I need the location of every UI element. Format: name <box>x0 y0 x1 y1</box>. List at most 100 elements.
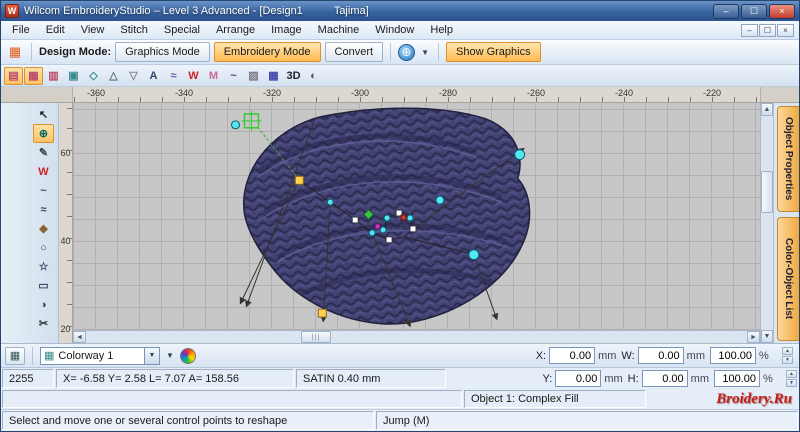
spin-down-icon[interactable]: ▼ <box>786 379 797 387</box>
circle-tool[interactable]: ○ <box>33 238 54 257</box>
fill-tool[interactable]: ◆ <box>33 219 54 238</box>
monogram-icon[interactable]: M <box>204 67 223 85</box>
menu-item[interactable]: View <box>73 22 113 38</box>
scroll-up-icon[interactable]: ▲ <box>761 103 773 116</box>
hoop-globe-icon[interactable]: ⊕ <box>398 43 416 61</box>
ruler-label: -300 <box>350 88 369 98</box>
envelope-icon[interactable]: ≈ <box>164 67 183 85</box>
digitize-pen-tool[interactable]: ✎ <box>33 143 54 162</box>
application-window: W Wilcom EmbroideryStudio – Level 3 Adva… <box>0 0 800 432</box>
scale-y-spinner: ▲ ▼ <box>786 370 797 387</box>
vertical-scroll-thumb[interactable] <box>761 171 773 213</box>
scale-x-unit: % <box>759 349 769 362</box>
mdi-minimize-button[interactable]: – <box>741 23 758 37</box>
polygon-icon[interactable]: ◇ <box>84 67 103 85</box>
window-controls: – ☐ × <box>713 3 795 19</box>
design-canvas[interactable] <box>73 103 760 330</box>
run-stitch-tool[interactable]: ~ <box>33 181 54 200</box>
vertical-scroll-track[interactable] <box>761 116 773 330</box>
y-field-group: Y: mm <box>543 370 623 387</box>
x-input[interactable] <box>549 347 596 364</box>
rectangle-tool[interactable]: ▭ <box>33 276 54 295</box>
ruler-label: 20 <box>60 324 71 334</box>
ruler-label: -320 <box>262 88 281 98</box>
close-button[interactable]: × <box>769 3 795 19</box>
mdi-restore-button[interactable]: ☐ <box>759 23 776 37</box>
design-artwork[interactable] <box>73 103 760 330</box>
stitch-list-icon[interactable]: ▤ <box>4 66 23 85</box>
horizontal-scroll-track[interactable]: ||| <box>86 331 747 343</box>
maximize-button[interactable]: ☐ <box>741 3 767 19</box>
show-grid-icon[interactable]: ▦ <box>264 67 283 85</box>
scroll-left-icon[interactable]: ◄ <box>73 331 86 343</box>
menu-item[interactable]: Help <box>422 22 461 38</box>
horizontal-scroll-thumb[interactable]: ||| <box>301 331 331 343</box>
embroidery-mode-button[interactable]: Embroidery Mode <box>213 42 321 62</box>
w-input[interactable] <box>637 347 684 364</box>
h-input[interactable] <box>641 370 688 387</box>
colorway-menu-arrow-icon[interactable]: ▼ <box>164 351 176 360</box>
slant-icon[interactable]: △ <box>104 67 123 85</box>
ruler-label: 40 <box>60 236 71 246</box>
menu-item[interactable]: Special <box>156 22 208 38</box>
menu-item[interactable]: Edit <box>38 22 73 38</box>
show-graphics-button[interactable]: Show Graphics <box>446 42 541 62</box>
vertical-scrollbar[interactable]: ▲ ▼ <box>760 103 773 343</box>
scroll-down-icon[interactable]: ▼ <box>761 330 773 343</box>
warp-triangle-icon[interactable]: ▽ <box>124 67 143 85</box>
reshape-tool[interactable]: ⊕ <box>33 124 54 143</box>
contrast-view-icon[interactable]: ◐ <box>304 67 323 85</box>
status-hint: Select and move one or several control p… <box>2 411 374 430</box>
menu-item[interactable]: Machine <box>310 22 368 38</box>
colorway-select[interactable]: ▦ Colorway 1 ▼ <box>40 346 160 365</box>
wave-run-icon[interactable]: ~ <box>224 67 243 85</box>
palette-editor-button[interactable]: ▦ <box>5 346 25 365</box>
wilcom-w-icon[interactable]: W <box>184 67 203 85</box>
y-input[interactable] <box>555 370 602 387</box>
star-tool[interactable]: ☆ <box>33 257 54 276</box>
scale-x-input[interactable] <box>710 347 756 364</box>
color-wheel-icon[interactable] <box>179 347 196 364</box>
node-edit-icon[interactable]: ▣ <box>64 67 83 85</box>
lettering-baseline-icon[interactable]: A <box>144 67 163 85</box>
design-mode-label: Design Mode: <box>39 46 112 58</box>
hint-row: Select and move one or several control p… <box>1 409 799 431</box>
lettering-tool[interactable]: W <box>33 162 54 181</box>
horizontal-scrollbar[interactable]: ◄ ||| ► <box>73 330 760 343</box>
menu-item[interactable]: Arrange <box>208 22 263 38</box>
stitch-toolbar-icon[interactable]: ▦ <box>6 43 24 61</box>
scale-y-unit: % <box>763 372 773 385</box>
horizontal-ruler: -360 -340 -320 -300 -280 -260 -240 -220 <box>73 87 760 102</box>
menu-item[interactable]: Stitch <box>112 22 156 38</box>
view-3d-icon[interactable]: 3D <box>284 67 303 85</box>
spin-up-icon[interactable]: ▲ <box>786 370 797 378</box>
pattern-dense-icon[interactable]: ▥ <box>44 67 63 85</box>
separator <box>390 43 392 61</box>
scissors-tool[interactable]: ✂ <box>33 314 54 333</box>
mirror-tool[interactable]: ◑ <box>33 295 54 314</box>
scale-y-input[interactable] <box>714 370 760 387</box>
ruler-label: 60 <box>60 148 71 158</box>
app-icon: W <box>5 4 19 18</box>
menu-item[interactable]: Image <box>263 22 310 38</box>
colorway-dropdown-arrow-icon[interactable]: ▼ <box>144 347 159 364</box>
mdi-close-button[interactable]: × <box>777 23 794 37</box>
select-tool[interactable]: ↖ <box>33 105 54 124</box>
satin-stitch-tool[interactable]: ≈ <box>33 200 54 219</box>
h-label: H: <box>627 372 639 385</box>
stitch-count: 2255 <box>2 369 54 388</box>
position-fields: X: mm W: mm % ▲ ▼ <box>534 347 795 364</box>
spin-up-icon[interactable]: ▲ <box>782 347 793 355</box>
graphics-mode-button[interactable]: Graphics Mode <box>115 42 210 62</box>
globe-dropdown-arrow-icon[interactable]: ▼ <box>419 48 431 57</box>
ruler-corner <box>1 87 73 102</box>
menu-item[interactable]: Window <box>367 22 422 38</box>
convert-button[interactable]: Convert <box>324 42 384 62</box>
menu-item[interactable]: File <box>4 22 38 38</box>
scroll-right-icon[interactable]: ► <box>747 331 760 343</box>
pattern-grid-icon[interactable]: ▦ <box>24 66 43 85</box>
texture-icon[interactable]: ▨ <box>244 67 263 85</box>
colorway-toolbar: ▦ ▦ Colorway 1 ▼ ▼ X: mm W: mm % <box>1 343 799 367</box>
minimize-button[interactable]: – <box>713 3 739 19</box>
spin-down-icon[interactable]: ▼ <box>782 356 793 364</box>
